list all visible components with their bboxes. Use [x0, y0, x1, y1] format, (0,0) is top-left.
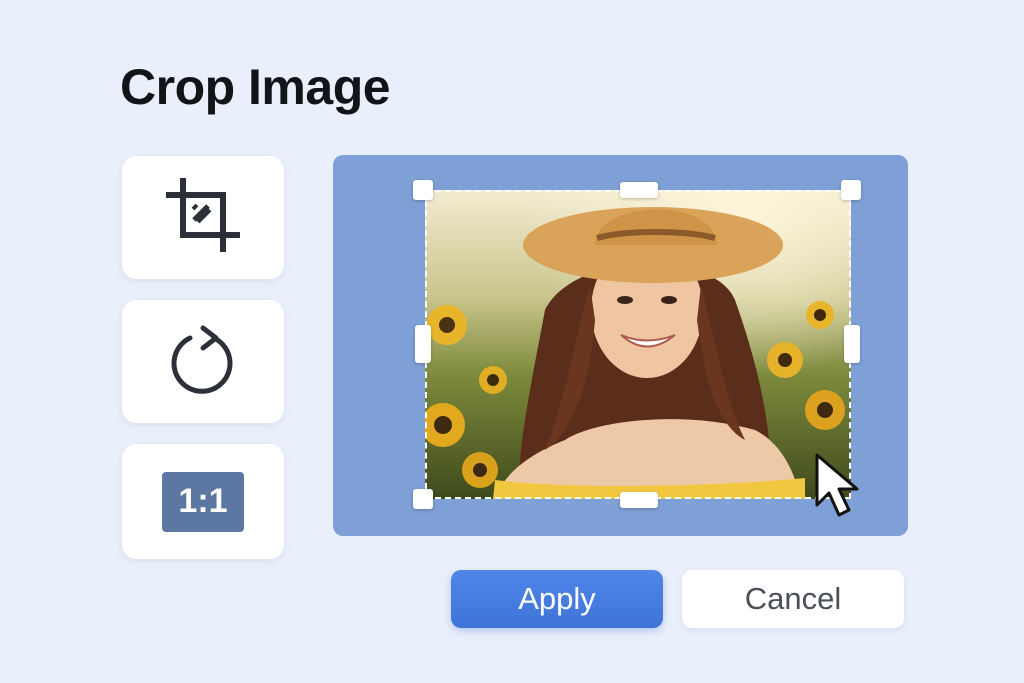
crop-handle-bottom[interactable]: [620, 492, 658, 508]
crop-handle-top-right[interactable]: [841, 180, 861, 200]
crop-handle-left[interactable]: [415, 325, 431, 363]
cancel-button[interactable]: Cancel: [682, 570, 904, 628]
crop-tool-button[interactable]: [122, 156, 284, 279]
aspect-ratio-label: 1:1: [162, 471, 244, 532]
rotate-icon: [168, 322, 238, 401]
crop-selection-frame[interactable]: [425, 190, 851, 499]
apply-button[interactable]: Apply: [451, 570, 663, 628]
aspect-ratio-button[interactable]: 1:1: [122, 444, 284, 559]
crop-handle-top[interactable]: [620, 182, 658, 198]
mouse-pointer-icon: [801, 427, 887, 532]
rotate-tool-button[interactable]: [122, 300, 284, 423]
crop-handle-right[interactable]: [844, 325, 860, 363]
crop-icon: [163, 175, 243, 260]
crop-handle-bottom-left[interactable]: [413, 489, 433, 509]
crop-handle-top-left[interactable]: [413, 180, 433, 200]
crop-editor-panel: [333, 155, 908, 536]
page-title: Crop Image: [120, 59, 391, 115]
